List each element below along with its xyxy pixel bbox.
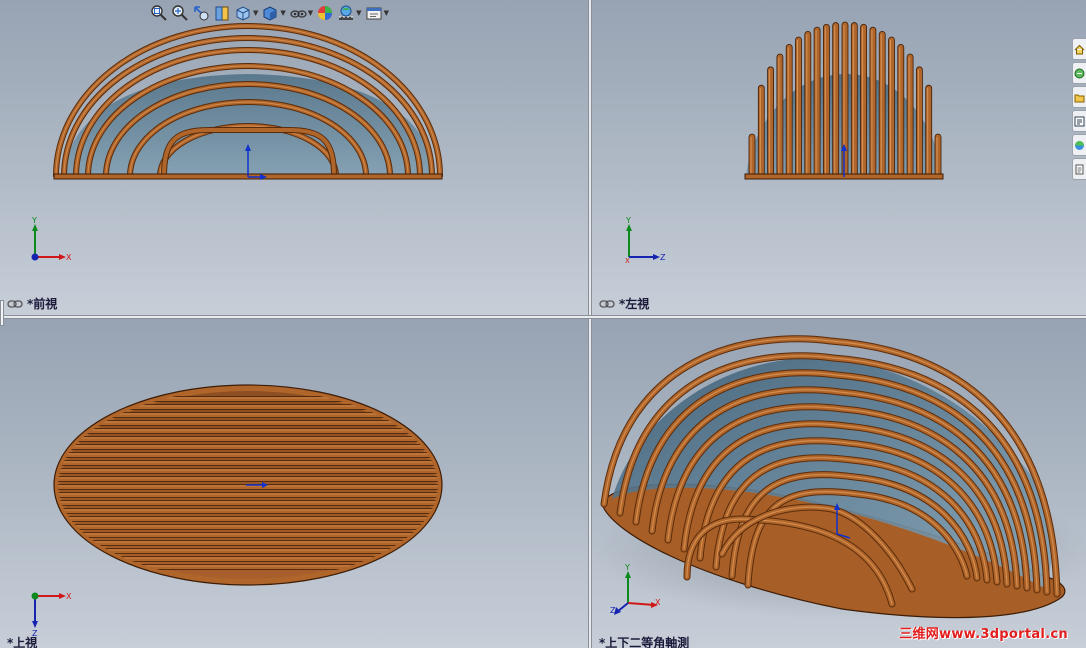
rib-profile <box>906 53 914 177</box>
task-pane-tabs <box>1072 38 1086 180</box>
rib-slat <box>58 396 438 402</box>
viewport-isometric[interactable]: Y X Z *上下二等角軸測 <box>592 319 1086 648</box>
rib-slat <box>58 444 438 450</box>
rib-slat <box>58 500 438 506</box>
top-view-model: Z X <box>31 384 443 638</box>
rib-profile <box>822 23 830 177</box>
svg-text:X: X <box>66 253 72 262</box>
rib-profile <box>785 44 793 177</box>
view-label-text: *左視 <box>619 297 650 311</box>
rib-slat <box>58 556 438 562</box>
heads-up-view-toolbar: ▼ ▼ ▼ ▼ ▼ <box>150 2 389 24</box>
rib-profile <box>776 53 784 177</box>
rib-profile <box>804 30 812 177</box>
front-view-model: Y X <box>31 23 443 262</box>
svg-text:Y: Y <box>31 216 37 225</box>
zoom-fit-icon[interactable] <box>150 3 168 23</box>
link-icon <box>7 299 23 308</box>
viewport-top[interactable]: Z X *上視 <box>0 319 588 648</box>
rib-profile <box>813 26 821 177</box>
viewport-splitter-horizontal[interactable] <box>0 315 1086 319</box>
rib-slat <box>58 460 438 466</box>
view-orientation-icon[interactable]: ▼ <box>234 3 258 23</box>
section-view-icon[interactable] <box>213 3 231 23</box>
rib-profile <box>915 66 923 177</box>
rib-profile <box>832 22 840 177</box>
rib-slat <box>58 516 438 522</box>
isometric-view-model: Y X Z <box>592 335 1086 619</box>
rib-profile <box>878 30 886 177</box>
custom-properties-icon[interactable] <box>1072 158 1086 180</box>
appearance-icon[interactable] <box>316 3 334 23</box>
rib-slat <box>58 420 438 426</box>
rib-profile <box>767 66 775 177</box>
rib-slat <box>58 452 438 458</box>
svg-text:Y: Y <box>625 216 631 225</box>
viewport-left[interactable]: Y Z X *左視 <box>592 0 1086 315</box>
svg-text:Z: Z <box>660 253 666 262</box>
rib-profile <box>795 36 802 177</box>
svg-text:Y: Y <box>624 563 630 572</box>
rib-slat <box>58 404 438 410</box>
rib-profile <box>748 133 756 177</box>
feature-manager-collapse-handle[interactable] <box>0 300 4 326</box>
view-palette-icon[interactable] <box>1072 110 1086 132</box>
file-explorer-icon[interactable] <box>1072 86 1086 108</box>
zoom-area-icon[interactable] <box>171 3 189 23</box>
view-label-top: *上視 <box>7 634 37 648</box>
rib-slat <box>58 532 438 538</box>
rib-slat <box>58 540 438 546</box>
rib-profile <box>925 84 933 177</box>
left-view-model: Y Z X <box>625 21 944 265</box>
rib-slat <box>58 428 438 434</box>
svg-text:Z: Z <box>610 606 616 615</box>
triad-left: Y Z X <box>625 216 666 265</box>
rib-profile <box>850 22 858 177</box>
view-label-text: *上視 <box>7 636 38 648</box>
home-icon[interactable] <box>1072 38 1086 60</box>
display-style-icon[interactable]: ▼ <box>261 3 286 23</box>
rib-slat <box>58 468 438 474</box>
appearances-icon[interactable] <box>1072 134 1086 156</box>
scene-icon[interactable]: ▼ <box>337 3 362 23</box>
rib-profile <box>888 36 895 177</box>
rib-slat <box>58 524 438 530</box>
rib-profile <box>860 23 868 177</box>
triad-front: Y X <box>31 216 72 262</box>
design-library-icon[interactable] <box>1072 62 1086 84</box>
view-label-left: *左視 <box>599 295 649 312</box>
view-label-isometric: *上下二等角軸測 <box>599 634 689 648</box>
view-label-text: *前視 <box>27 297 58 311</box>
rib-slat <box>58 476 438 482</box>
hide-show-icon[interactable]: ▼ <box>289 3 313 23</box>
view-label-front: *前視 <box>7 295 57 312</box>
watermark: 三维网www.3dportal.cn <box>899 627 1068 642</box>
rib-slat <box>58 436 438 442</box>
rib-slat <box>58 508 438 514</box>
rib-profile <box>757 84 765 177</box>
rib-profile <box>897 44 905 177</box>
viewport-front[interactable]: Y X *前視 ▼ ▼ ▼ ▼ ▼ <box>0 0 588 315</box>
previous-view-icon[interactable] <box>192 3 210 23</box>
link-icon <box>599 299 615 308</box>
rib-profile <box>869 26 877 177</box>
rib-profiles <box>748 21 942 177</box>
viewport-splitter-vertical[interactable] <box>588 0 592 648</box>
svg-text:X: X <box>66 592 72 601</box>
rib-slat <box>58 564 438 570</box>
triad-top: Z X <box>31 592 72 638</box>
view-settings-icon[interactable]: ▼ <box>365 3 389 23</box>
rib-profile <box>934 133 942 177</box>
svg-text:X: X <box>625 257 630 265</box>
view-label-text: *上下二等角軸測 <box>599 636 690 648</box>
solidworks-graphics-area: Y X *前視 ▼ ▼ ▼ ▼ ▼ Y Z X *左視 Z X *上視 Y X … <box>0 0 1086 648</box>
rib-slat <box>58 492 438 498</box>
rib-profile <box>841 21 849 177</box>
svg-text:X: X <box>655 598 661 607</box>
